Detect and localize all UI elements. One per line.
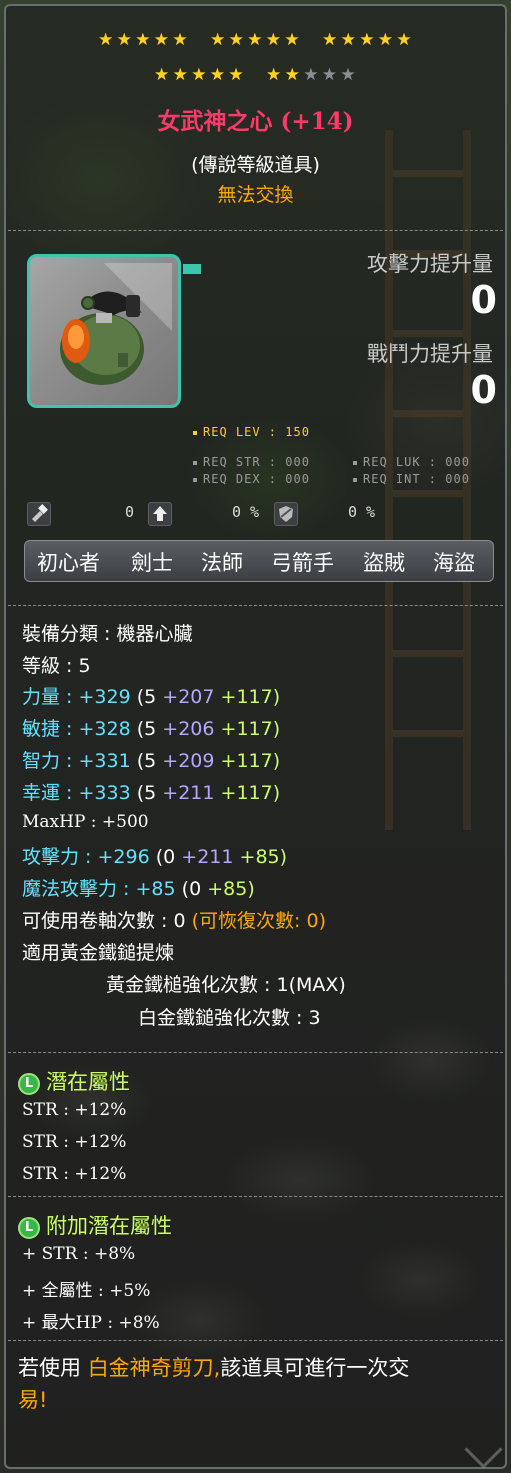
- job-warrior: 劍士: [131, 551, 173, 575]
- req-level: REQ LEV : 150: [193, 425, 310, 439]
- req-dex: REQ DEX : 000: [193, 472, 310, 486]
- attack-increase-label: 攻擊力提升量: [367, 252, 493, 276]
- bonus-potential-line-3: + 最大HP : +8%: [22, 1313, 160, 1333]
- star-icon: ★: [340, 65, 356, 85]
- platinum-hammer-count: 白金鐵鎚強化次數 : 3: [138, 1007, 321, 1029]
- combat-increase-label: 戰鬥力提升量: [367, 342, 493, 366]
- star-icon: ★: [321, 65, 338, 85]
- star-icon: ★: [265, 30, 282, 50]
- stat-luk: 幸運 : +333 (5 +211 +117): [22, 782, 281, 804]
- divider: [8, 1052, 503, 1053]
- star-icon: ★: [98, 30, 114, 50]
- potential-line-3: STR : +12%: [22, 1164, 127, 1184]
- hammer-value: 0: [125, 503, 135, 521]
- scissors-notice: 若使用 白金神奇剪刀,該道具可進行一次交 易!: [18, 1356, 410, 1412]
- shield-icon: [274, 502, 298, 526]
- stat-int: 智力 : +331 (5 +209 +117): [22, 750, 281, 772]
- star-icon: ★: [116, 30, 132, 50]
- potential-line-2: STR : +12%: [22, 1132, 127, 1152]
- potential-header: L 潛在屬性: [18, 1066, 130, 1096]
- star-icon: ★: [228, 65, 244, 85]
- bonus-potential-line-2: + 全屬性 : +5%: [22, 1281, 151, 1301]
- star-icon: ★: [359, 30, 375, 50]
- hammer-icon: [27, 502, 51, 526]
- job-beginner: 初心者: [37, 551, 100, 575]
- stat-str: 力量 : +329 (5 +207 +117): [22, 686, 281, 708]
- star-icon: ★: [172, 65, 188, 85]
- star-icon: ★: [396, 30, 412, 50]
- item-level: 等級 : 5: [22, 655, 91, 677]
- star-icon: ★: [377, 30, 394, 50]
- star-icon: ★: [266, 65, 282, 85]
- potential-line-1: STR : +12%: [22, 1100, 127, 1120]
- star-icon: ★: [228, 30, 244, 50]
- legendary-badge-icon: L: [18, 1217, 40, 1239]
- star-icon: ★: [322, 30, 338, 50]
- star-icon: ★: [153, 30, 170, 50]
- star-icon: ★: [303, 65, 319, 85]
- upgrade-icon: [148, 502, 172, 526]
- divider: [8, 230, 503, 231]
- attack-increase-value: 0: [470, 278, 497, 322]
- bonus-potential-line-1: + STR : +8%: [22, 1244, 136, 1264]
- bonus-potential-header: L 附加潛在屬性: [18, 1210, 172, 1240]
- item-icon-frame: [27, 254, 181, 408]
- equipped-flag-icon: [183, 264, 201, 274]
- upgrade-value: 0 %: [232, 503, 260, 521]
- mechanical-heart-icon: [60, 263, 172, 385]
- divider: [8, 605, 503, 606]
- legendary-badge-icon: L: [18, 1073, 40, 1095]
- job-pirate: 海盜: [433, 551, 475, 575]
- star-icon: ★: [210, 30, 226, 50]
- item-grade: (傳說等級道具): [191, 154, 320, 176]
- star-icon: ★: [284, 65, 300, 85]
- req-int: REQ INT : 000: [353, 472, 470, 486]
- divider: [8, 1196, 503, 1197]
- star-icon: ★: [209, 65, 226, 85]
- scroll-slots: 可使用卷軸次數 : 0 (可恢復次數: 0): [22, 910, 326, 932]
- stat-dex: 敏捷 : +328 (5 +206 +117): [22, 718, 281, 740]
- req-str: REQ STR : 000: [193, 455, 310, 469]
- req-luk: REQ LUK : 000: [353, 455, 470, 469]
- star-icon: ★: [284, 30, 300, 50]
- shield-value: 0 %: [348, 503, 376, 521]
- job-archer: 弓箭手: [271, 551, 334, 575]
- star-icon: ★: [154, 65, 170, 85]
- star-icon: ★: [135, 30, 151, 50]
- combat-increase-value: 0: [470, 368, 497, 412]
- trade-status: 無法交換: [217, 184, 294, 206]
- equip-category: 裝備分類 : 機器心臟: [22, 623, 193, 645]
- golden-hammer-applicable: 適用黃金鐵鎚提煉: [22, 942, 175, 964]
- star-icon: ★: [172, 30, 188, 50]
- item-name: 女武神之心 (+14): [157, 108, 354, 135]
- star-icon: ★: [247, 30, 263, 50]
- stat-maxhp: MaxHP : +500: [22, 812, 149, 832]
- star-icon: ★: [191, 65, 207, 85]
- job-magician: 法師: [201, 551, 243, 575]
- stat-attack: 攻擊力 : +296 (0 +211 +85): [22, 846, 288, 868]
- divider: [8, 1340, 503, 1341]
- star-icon: ★: [340, 30, 356, 50]
- job-thief: 盜賊: [363, 551, 405, 575]
- stat-magic-attack: 魔法攻擊力 : +85 (0 +85): [22, 878, 255, 900]
- golden-hammer-count: 黃金鐵槌強化次數 : 1(MAX): [106, 974, 346, 996]
